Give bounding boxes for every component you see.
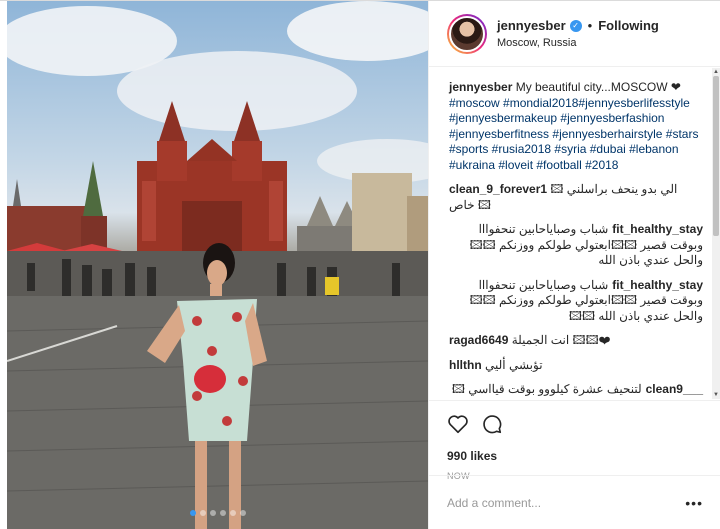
scrollbar-thumb[interactable] [713,76,719,236]
comment-item: fit_healthy_stay شباب وصباياحابين تنحفوا… [449,278,703,325]
comment-item: fit_healthy_stay شباب وصباياحابين تنحفوا… [449,222,703,269]
post-dialog: jennyesber ✓ • Following Moscow, Russia … [0,0,720,529]
caption-hashtags[interactable]: #moscow #mondial2018#jennyesberlifesstyl… [449,96,698,172]
scroll-down-arrow-icon[interactable]: ▼ [712,391,720,399]
add-comment-bar: ••• [429,475,720,529]
post-header: jennyesber ✓ • Following Moscow, Russia [429,1,720,67]
carousel-dot[interactable] [219,510,226,516]
more-options-icon[interactable]: ••• [685,495,703,511]
avatar[interactable] [447,13,487,54]
comment-item: ragad6649 انت الجميلة 🖾🖾❤ [449,333,703,349]
comment-container: clean_9_forever1 الي بدو ينحف براسلني 🖾 … [449,182,703,399]
comment-username[interactable]: ragad6649 [449,333,508,347]
avatar-image [449,15,485,52]
comment-item: hllthn تؤبشي أليي [449,358,703,374]
post-actions: 990 likes NOW [429,400,720,481]
caption-username[interactable]: jennyesber [449,80,512,94]
carousel-dot[interactable] [199,510,206,516]
scroll-up-arrow-icon[interactable]: ▲ [712,68,720,76]
following-button[interactable]: Following [598,18,659,33]
username-link[interactable]: jennyesber [497,18,566,33]
header-text: jennyesber ✓ • Following Moscow, Russia [497,18,659,49]
comment-username[interactable]: clean_9_forever1 [449,182,547,196]
separator-dot: • [587,18,593,33]
moscow-red-square-photo [7,1,428,529]
action-icons [447,411,703,437]
likes-count[interactable]: 990 likes [447,449,703,463]
comment-username[interactable]: fit_healthy_stay [612,222,703,238]
caption: jennyesber My beautiful city...MOSCOW ❤ … [449,80,703,173]
post-photo[interactable] [7,1,428,529]
carousel-indicator [7,510,428,516]
comment-username[interactable]: hllthn [449,358,482,372]
carousel-dot[interactable] [209,510,216,516]
comments-list[interactable]: jennyesber My beautiful city...MOSCOW ❤ … [429,68,720,399]
heart-icon[interactable] [447,413,469,435]
carousel-dot[interactable] [189,510,196,516]
add-comment-input[interactable] [447,496,686,510]
verified-badge-icon: ✓ [569,19,582,32]
comment-item: clean_9_forever1 الي بدو ينحف براسلني 🖾 … [449,182,703,213]
comments-scrollbar[interactable]: ▲ ▼ [712,68,720,399]
comment-username[interactable]: fit_healthy_stay [612,278,703,294]
comment-icon[interactable] [481,413,503,435]
comment-text: تؤبشي أليي [485,357,543,372]
comment-text: انت الجميلة 🖾🖾❤ [511,333,611,347]
header-row: jennyesber ✓ • Following [497,18,659,33]
comment-username[interactable]: ___clean9 [646,382,703,398]
caption-text: My beautiful city...MOSCOW ❤ [515,80,681,94]
carousel-dot[interactable] [239,510,246,516]
comment-item: ___clean9 لتنحيف عشرة كيلووو بوقت قيااسي… [449,382,703,399]
location-link[interactable]: Moscow, Russia [497,37,659,49]
carousel-dot[interactable] [229,510,236,516]
post-side-panel: jennyesber ✓ • Following Moscow, Russia … [428,1,720,529]
